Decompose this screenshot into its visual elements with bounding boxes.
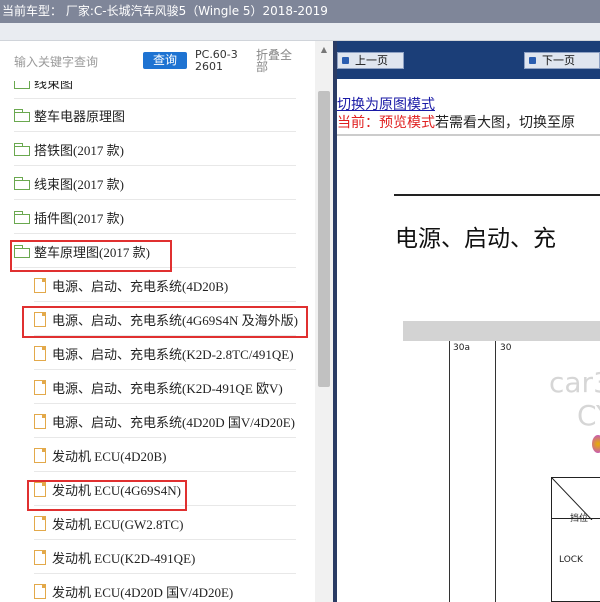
folder-icon (14, 81, 30, 89)
highlight-box (22, 306, 308, 338)
category-tree: 线束图 整车电器原理图 搭铁图(2017 款) 线束图(2017 款) 插件图(… (0, 81, 315, 602)
wire-label: 30a (453, 343, 470, 353)
toolbar-strip (0, 23, 600, 41)
tree-doc-item[interactable]: 电源、启动、充电系统(4D20D 国V/4D20E) (34, 405, 296, 438)
prev-page-button[interactable]: 上一页 (337, 52, 404, 69)
document-icon (34, 549, 46, 565)
collapse-all-button[interactable]: 折叠全部 (256, 49, 300, 73)
tree-folder-wiring[interactable]: 线束图 (14, 81, 296, 99)
tree-folder-vehicle-electrical[interactable]: 整车电器原理图 (14, 99, 296, 132)
search-button[interactable]: 查询 (143, 52, 187, 69)
document-icon (34, 277, 46, 293)
search-bar: 输入关键字查询 查询 PC.60-32601 折叠全部 (0, 41, 333, 81)
viewer-panel: 上一页 下一页 切换为原图模式 当前：预览模式若需看大图，切换至原 电源、启动、… (337, 41, 600, 602)
preview-status: 当前：预览模式若需看大图，切换至原 (337, 112, 575, 132)
tree-doc-label: 发动机 ECU(4D20B) (52, 448, 167, 464)
highlight-box (27, 480, 187, 511)
highlight-box (10, 240, 172, 272)
tree-scrollbar[interactable]: ▲ (315, 41, 333, 602)
wire-line (449, 341, 450, 602)
next-arrow-icon (529, 57, 536, 64)
tree-doc-item[interactable]: 发动机 ECU(4D20B) (34, 439, 296, 472)
tree-doc-item[interactable]: 电源、启动、充电系统(K2D-491QE 欧V) (34, 371, 296, 404)
tree-folder-label: 线束图(2017 款) (34, 176, 124, 192)
tree-folder-connector[interactable]: 插件图(2017 款) (14, 201, 296, 234)
tree-folder-harness[interactable]: 线束图(2017 款) (14, 167, 296, 200)
folder-icon (14, 177, 30, 190)
folder-icon (14, 143, 30, 156)
tree-doc-label: 电源、启动、充电系统(K2D-2.8TC/491QE) (52, 346, 294, 362)
tree-doc-label: 电源、启动、充电系统(4D20B) (52, 278, 229, 294)
folder-icon (14, 109, 30, 122)
document-icon (34, 583, 46, 599)
document-icon (34, 345, 46, 361)
diagram-bus-bar (403, 321, 600, 341)
tree-doc-label: 电源、启动、充电系统(4D20D 国V/4D20E) (52, 414, 296, 430)
tree-doc-label: 电源、启动、充电系统(K2D-491QE 欧V) (52, 380, 283, 396)
tree-doc-item[interactable]: 电源、启动、充电系统(4D20B) (34, 269, 296, 302)
prev-page-label: 上一页 (355, 54, 388, 67)
diagram-label: LOCK (559, 555, 583, 565)
wire-line (495, 341, 496, 602)
watermark-text: CY (577, 399, 600, 432)
scroll-up-arrow-icon[interactable]: ▲ (315, 41, 333, 58)
document-icon (34, 413, 46, 429)
status-prefix: 当前：预览模式 (337, 115, 435, 131)
next-page-label: 下一页 (542, 54, 575, 67)
document-icon (34, 447, 46, 463)
watermark-logo-icon (592, 435, 600, 453)
viewer-nav-bar: 上一页 下一页 (337, 41, 600, 79)
left-panel: 输入关键字查询 查询 PC.60-32601 折叠全部 线束图 整车电器原理图 … (0, 41, 333, 602)
prev-arrow-icon (342, 57, 349, 64)
pc-code-label: PC.60-32601 (195, 48, 238, 73)
document-icon (34, 515, 46, 531)
status-suffix: 若需看大图，切换至原 (435, 115, 575, 131)
search-input[interactable]: 输入关键字查询 (14, 53, 134, 71)
folder-icon (14, 211, 30, 224)
tree-doc-item[interactable]: 发动机 ECU(GW2.8TC) (34, 507, 296, 540)
separator (337, 134, 600, 136)
document-icon (34, 379, 46, 395)
tree-doc-label: 发动机 ECU(GW2.8TC) (52, 516, 184, 532)
scrollbar-thumb[interactable] (318, 91, 330, 387)
tree-doc-item[interactable]: 发动机 ECU(K2D-491QE) (34, 541, 296, 574)
document-rule (394, 194, 600, 196)
tree-folder-label: 整车电器原理图 (34, 108, 126, 124)
tree-folder-label: 线束图 (34, 81, 74, 91)
tree-doc-item[interactable]: 电源、启动、充电系统(K2D-2.8TC/491QE) (34, 337, 296, 370)
tree-doc-label: 发动机 ECU(K2D-491QE) (52, 550, 196, 566)
tree-folder-label: 搭铁图(2017 款) (34, 142, 124, 158)
tree-doc-label: 发动机 ECU(4D20D 国V/4D20E) (52, 584, 234, 600)
wire-label: 30 (500, 343, 512, 353)
tree-folder-label: 插件图(2017 款) (34, 210, 124, 226)
tree-doc-item[interactable]: 发动机 ECU(4D20D 国V/4D20E) (34, 575, 296, 602)
next-page-button[interactable]: 下一页 (524, 52, 600, 69)
switch-original-link[interactable]: 切换为原图模式 (337, 94, 435, 114)
window-title: 当前车型： 厂家:C-长城汽车风骏5（Wingle 5）2018-2019 (0, 0, 600, 23)
tree-folder-ground[interactable]: 搭铁图(2017 款) (14, 133, 296, 166)
watermark-text: car3 (549, 366, 600, 399)
document-title: 电源、启动、充 (395, 226, 556, 252)
